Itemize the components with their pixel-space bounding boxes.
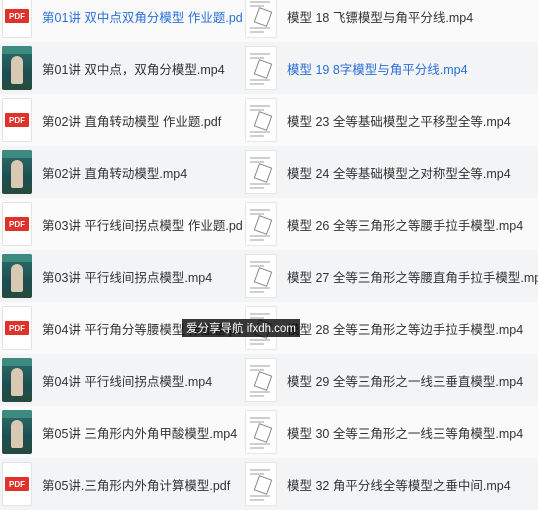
video-thumbnail — [2, 358, 32, 402]
file-name[interactable]: 第03讲 平行线间拐点模型 作业题.pdf — [42, 215, 246, 234]
video-thumbnail — [245, 202, 277, 246]
file-name[interactable]: 第03讲 平行线间拐点模型.mp4 — [42, 267, 212, 286]
pdf-tag: PDF — [5, 9, 29, 23]
video-thumbnail — [245, 254, 277, 298]
file-name[interactable]: 第02讲 直角转动模型 作业题.pdf — [42, 111, 221, 130]
file-row[interactable]: 模型 27 全等三角形之等腰直角手拉手模型.mp4 — [242, 250, 538, 302]
video-thumbnail — [245, 410, 277, 454]
watermark-overlay: 爱分享导航 ifxdh.com — [182, 319, 300, 337]
file-name[interactable]: 模型 24 全等基础模型之对称型全等.mp4 — [287, 163, 511, 182]
file-name[interactable]: 第02讲 直角转动模型.mp4 — [42, 163, 187, 182]
file-row[interactable]: 第04讲 平行线间拐点模型.mp4 — [0, 354, 268, 406]
video-thumbnail — [245, 46, 277, 90]
file-row[interactable]: 模型 24 全等基础模型之对称型全等.mp4 — [242, 146, 538, 198]
file-name[interactable]: 模型 23 全等基础模型之平移型全等.mp4 — [287, 111, 511, 130]
video-thumbnail — [245, 462, 277, 506]
video-thumbnail — [245, 150, 277, 194]
pdf-file-icon: PDF — [2, 202, 32, 246]
video-thumbnail — [2, 254, 32, 298]
file-row[interactable]: PDF 第02讲 直角转动模型 作业题.pdf — [0, 94, 268, 146]
file-row[interactable]: PDF 第05讲.三角形内外角计算模型.pdf — [0, 458, 268, 510]
pdf-file-icon: PDF — [2, 462, 32, 506]
pdf-tag: PDF — [5, 217, 29, 231]
pdf-tag: PDF — [5, 477, 29, 491]
file-name[interactable]: 模型 19 8字模型与角平分线.mp4 — [287, 59, 468, 78]
file-row[interactable]: 第01讲 双中点，双角分模型.mp4 — [0, 42, 268, 94]
file-name[interactable]: 模型 26 全等三角形之等腰手拉手模型.mp4 — [287, 215, 523, 234]
file-name[interactable]: 第04讲 平行线间拐点模型.mp4 — [42, 371, 212, 390]
video-thumbnail — [2, 46, 32, 90]
file-name[interactable]: 模型 29 全等三角形之一线三垂直模型.mp4 — [287, 371, 523, 390]
file-row[interactable]: 第02讲 直角转动模型.mp4 — [0, 146, 268, 198]
file-name[interactable]: 第05讲.三角形内外角计算模型.pdf — [42, 475, 230, 494]
pdf-tag: PDF — [5, 321, 29, 335]
file-row[interactable]: PDF 第03讲 平行线间拐点模型 作业题.pdf — [0, 198, 268, 250]
file-row[interactable]: 模型 32 角平分线全等模型之垂中间.mp4 — [242, 458, 538, 510]
pdf-file-icon: PDF — [2, 0, 32, 38]
file-row[interactable]: 模型 29 全等三角形之一线三垂直模型.mp4 — [242, 354, 538, 406]
file-row[interactable]: 模型 19 8字模型与角平分线.mp4 — [242, 42, 538, 94]
pdf-file-icon: PDF — [2, 306, 32, 350]
video-thumbnail — [245, 358, 277, 402]
file-row[interactable]: 第03讲 平行线间拐点模型.mp4 — [0, 250, 268, 302]
video-thumbnail — [2, 410, 32, 454]
file-row[interactable]: 模型 26 全等三角形之等腰手拉手模型.mp4 — [242, 198, 538, 250]
file-name[interactable]: 第05讲 三角形内外角甲酸模型.mp4 — [42, 423, 237, 442]
file-name[interactable]: 模型 28 全等三角形之等边手拉手模型.mp4 — [287, 319, 523, 338]
file-row[interactable]: PDF 第01讲 双中点双角分模型 作业题.pdf — [0, 0, 268, 42]
file-name[interactable]: 第01讲 双中点，双角分模型.mp4 — [42, 59, 225, 78]
file-name[interactable]: 模型 18 飞镖模型与角平分线.mp4 — [287, 7, 473, 26]
pdf-file-icon: PDF — [2, 98, 32, 142]
video-thumbnail — [245, 0, 277, 38]
video-thumbnail — [245, 98, 277, 142]
file-row[interactable]: 模型 23 全等基础模型之平移型全等.mp4 — [242, 94, 538, 146]
file-row[interactable]: 第05讲 三角形内外角甲酸模型.mp4 — [0, 406, 268, 458]
pdf-tag: PDF — [5, 113, 29, 127]
video-thumbnail — [2, 150, 32, 194]
file-row[interactable]: 模型 18 飞镖模型与角平分线.mp4 — [242, 0, 538, 42]
file-name[interactable]: 模型 30 全等三角形之一线三等角模型.mp4 — [287, 423, 523, 442]
file-name[interactable]: 第01讲 双中点双角分模型 作业题.pdf — [42, 7, 246, 26]
file-name[interactable]: 模型 27 全等三角形之等腰直角手拉手模型.mp4 — [287, 267, 538, 286]
file-row[interactable]: 模型 30 全等三角形之一线三等角模型.mp4 — [242, 406, 538, 458]
file-name[interactable]: 模型 32 角平分线全等模型之垂中间.mp4 — [287, 475, 511, 494]
